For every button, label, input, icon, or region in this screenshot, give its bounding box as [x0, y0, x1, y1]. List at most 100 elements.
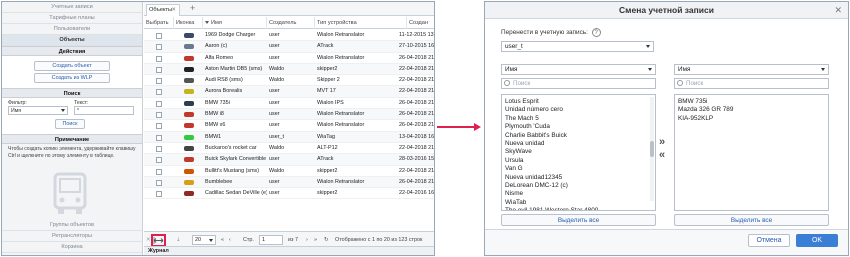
journal-panel[interactable]: Журнал	[144, 246, 434, 255]
select-all-right-button[interactable]: Выделить все	[674, 214, 829, 226]
row-checkbox[interactable]	[156, 179, 162, 186]
table-row[interactable]: Cadillac Sedan DeVille (e) user skipper2 22…	[144, 188, 434, 200]
row-checkbox[interactable]	[156, 44, 162, 51]
list-item[interactable]: KIA-952KLP	[675, 115, 828, 123]
sidebar-item-recycle-bin[interactable]: Корзина	[2, 242, 142, 253]
list-item[interactable]: The evil 1981 Western Star 4800	[502, 207, 655, 210]
left-search-input[interactable]: Поиск	[501, 78, 656, 89]
move-right-icon[interactable]: »	[659, 136, 665, 148]
table-row[interactable]: Bullitt's Mustang (sms) Waldo skipper2 22-0…	[144, 166, 434, 177]
right-filter-select[interactable]: Имя	[674, 64, 829, 75]
row-device-type: Wialon Retranslator	[317, 111, 365, 118]
row-checkbox[interactable]	[156, 157, 162, 164]
table-row[interactable]: BMW x6 user Wialon Retranslator 26-04-2018 …	[144, 120, 434, 132]
ok-button[interactable]: OK	[796, 234, 838, 247]
export-icon[interactable]: ⇣	[176, 236, 181, 244]
table-row[interactable]: Aurora Borealis user MVT 17 22-04-2018 21:5…	[144, 86, 434, 98]
sidebar-item-retranslators[interactable]: Ретрансляторы	[2, 231, 142, 242]
sidebar-item-unit-groups[interactable]: Группы объектов	[2, 220, 142, 231]
row-checkbox[interactable]	[156, 78, 162, 85]
prev-page-icon[interactable]: ‹	[229, 236, 231, 244]
row-checkbox[interactable]	[156, 66, 162, 73]
list-item[interactable]: BMW 735i	[675, 98, 828, 106]
search-button[interactable]: Поиск	[55, 119, 85, 129]
table-row[interactable]: 1969 Dodge Charger user Wialon Retranslato…	[144, 30, 434, 42]
row-checkbox[interactable]	[156, 168, 162, 175]
list-item[interactable]: The Mach 5	[502, 115, 655, 123]
table-row[interactable]: Bumblebee user Wialon Retranslator 26-04-20…	[144, 176, 434, 189]
actions-panel: Создать объект Создать из WLP	[2, 56, 142, 88]
tab-objects[interactable]: Объекты ✕	[146, 4, 180, 16]
list-item[interactable]: Lotus Esprit	[502, 98, 655, 106]
cancel-button[interactable]: Отмена	[748, 234, 790, 247]
filter-select[interactable]: Имя	[8, 106, 68, 115]
column-device-type[interactable]: Тип устройства	[315, 17, 407, 29]
row-creator: Waldo	[269, 144, 285, 151]
selected-units-list[interactable]: BMW 735i Mazda 326 GR 789 KIA-952KLP	[674, 94, 829, 211]
list-item[interactable]: Unidad número cero	[502, 106, 655, 114]
sidebar-item-billing-plans[interactable]: Тарифные планы	[2, 13, 142, 24]
list-item[interactable]: SkyWave	[502, 148, 655, 156]
list-item[interactable]: Nueva unidad	[502, 140, 655, 148]
table-row[interactable]: BMW1 user_t WiaTag 13-04-2018 16:45	[144, 131, 434, 143]
table-row[interactable]: BMW i8 user Wialon Retranslator 26-04-2018 …	[144, 109, 434, 121]
row-checkbox[interactable]	[156, 55, 162, 62]
sidebar-item-accounts[interactable]: Учетные записи	[2, 2, 142, 13]
column-creator[interactable]: Создатель	[267, 17, 315, 29]
select-all-left-button[interactable]: Выделить все	[501, 214, 656, 226]
account-select[interactable]: user_t	[501, 41, 654, 52]
delete-icon[interactable]: ✕	[146, 236, 151, 244]
close-icon[interactable]: ✕	[171, 5, 176, 16]
list-item[interactable]: Nisme	[502, 190, 655, 198]
create-object-button[interactable]: Создать объект	[34, 61, 110, 71]
page-size-select[interactable]: 20	[192, 235, 216, 245]
page-input[interactable]: 1	[259, 235, 283, 245]
create-from-wlp-button[interactable]: Создать из WLP	[34, 73, 110, 83]
table-row[interactable]: Aaron (c) user ATrack 27-10-2015 16:48	[144, 41, 434, 53]
sidebar-item-objects[interactable]: Объекты	[2, 35, 142, 46]
list-item[interactable]: Van G	[502, 165, 655, 173]
sort-desc-icon	[205, 21, 209, 24]
row-checkbox[interactable]	[156, 145, 162, 152]
column-select[interactable]: Выбрать	[144, 17, 174, 29]
column-icon[interactable]: Иконка	[174, 17, 203, 29]
list-item[interactable]: Ursula	[502, 157, 655, 165]
table-row[interactable]: Alfa Romeo user Wialon Retranslator 26-04-2…	[144, 53, 434, 64]
row-device-type: WiaTag	[317, 133, 335, 140]
move-left-icon[interactable]: «	[659, 149, 665, 161]
list-item[interactable]: Mazda 326 GR 789	[675, 106, 828, 114]
sidebar-item-users[interactable]: Пользователи	[2, 24, 142, 35]
available-units-list[interactable]: Lotus Esprit Unidad número cero The Mach 5…	[501, 94, 656, 211]
refresh-icon[interactable]: ↻	[324, 236, 329, 244]
help-icon[interactable]: ?	[591, 28, 601, 37]
list-item[interactable]: WiaTab	[502, 199, 655, 207]
table-row[interactable]: Buckaroo's rocket car Waldo ALT-P12 22-04-2…	[144, 143, 434, 155]
first-page-icon[interactable]: «	[221, 236, 224, 244]
next-page-icon[interactable]: ›	[306, 236, 308, 244]
list-item[interactable]: Plymouth 'Cuda	[502, 123, 655, 131]
table-row[interactable]: Buick Skylark Convertible user ATrack 28-03…	[144, 154, 434, 166]
table-row[interactable]: Audi RS8 (sms) Waldo Skipper 2 22-04-2018 2…	[144, 75, 434, 87]
list-item[interactable]: DeLorean DMC-12 (c)	[502, 182, 655, 190]
add-tab-icon[interactable]: +	[190, 3, 195, 13]
column-created[interactable]: Создан	[407, 17, 434, 29]
table-row[interactable]: Aston Martin DB5 (sms) Waldo skipper2 22-04…	[144, 63, 434, 76]
row-checkbox[interactable]	[156, 33, 162, 39]
list-scrollbar-thumb[interactable]	[650, 141, 654, 157]
last-page-icon[interactable]: »	[314, 236, 317, 244]
list-item[interactable]: Charlie Babbit's Buick	[502, 132, 655, 140]
row-checkbox[interactable]	[156, 134, 162, 141]
search-text-input[interactable]: *	[74, 106, 134, 115]
column-name[interactable]: Имя	[203, 17, 267, 29]
row-checkbox[interactable]	[156, 191, 162, 198]
right-search-input[interactable]: Поиск	[674, 78, 829, 89]
row-checkbox[interactable]	[156, 89, 162, 96]
list-item[interactable]: Nueva unidad12345	[502, 174, 655, 182]
table-row[interactable]: BMW 735i user Wialon IPS 26-04-2018 21:27	[144, 98, 434, 110]
close-icon[interactable]: ✕	[834, 2, 842, 19]
left-filter-select[interactable]: Имя	[501, 64, 656, 75]
chevron-down-icon	[648, 68, 652, 71]
row-checkbox[interactable]	[156, 112, 162, 119]
row-checkbox[interactable]	[156, 123, 162, 130]
row-checkbox[interactable]	[156, 100, 162, 107]
